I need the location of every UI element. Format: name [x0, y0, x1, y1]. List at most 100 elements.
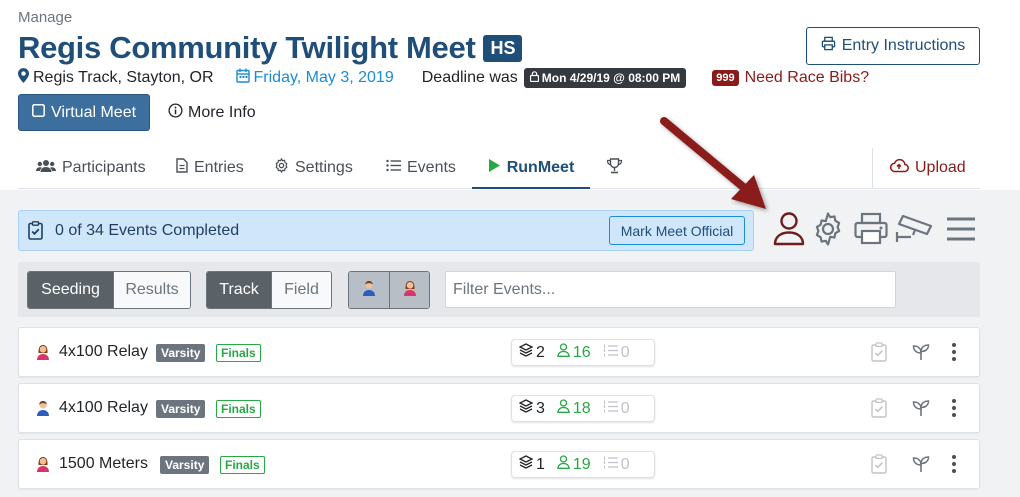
- meet-date[interactable]: Friday, May 3, 2019: [235, 68, 394, 88]
- results-count: 0: [603, 400, 630, 418]
- manage-tabs: Participants Entries Settings Events Run…: [18, 148, 980, 189]
- mark-meet-official-button[interactable]: Mark Meet Official: [609, 216, 745, 245]
- tab-awards[interactable]: [602, 148, 627, 188]
- layers-icon: [518, 343, 534, 362]
- deadline-value: Mon 4/29/19 @ 08:00 PM: [541, 71, 681, 85]
- female-toggle[interactable]: [389, 272, 429, 308]
- round-badge: Finals: [220, 456, 265, 474]
- more-options-icon[interactable]: [951, 342, 957, 367]
- tab-runmeet[interactable]: RunMeet: [472, 148, 590, 189]
- event-filter-bar: Seeding Results Track Field: [18, 262, 980, 317]
- track-toggle[interactable]: Track: [207, 272, 271, 308]
- more-options-icon[interactable]: [951, 398, 957, 423]
- round-badge: Finals: [216, 400, 261, 418]
- level-badge: Varsity: [160, 456, 210, 474]
- tab-upload[interactable]: Upload: [872, 148, 980, 188]
- virtual-meet-label: Virtual Meet: [50, 103, 137, 121]
- clipboard-check-icon[interactable]: [871, 342, 887, 367]
- info-icon: [168, 103, 183, 123]
- entries-count: 16: [557, 343, 591, 362]
- clipboard-check-icon[interactable]: [871, 454, 887, 479]
- event-row[interactable]: 1500 Meters Varsity Finals 1 19 0: [18, 439, 980, 489]
- more-info-link[interactable]: More Info: [168, 103, 256, 123]
- person-icon: [557, 343, 570, 362]
- heats-count: 3: [518, 399, 545, 418]
- deadline-label: Deadline was: [421, 69, 518, 86]
- person-icon: [557, 399, 570, 418]
- list-ol-icon: [603, 344, 618, 362]
- tab-participants[interactable]: Participants: [32, 148, 150, 188]
- square-icon: [32, 103, 45, 122]
- results-count: 0: [603, 344, 630, 362]
- gender-toggle: [348, 271, 430, 309]
- location[interactable]: Regis Track, Stayton, OR: [18, 68, 214, 88]
- event-row[interactable]: 4x100 Relay Varsity Finals 2 16 0: [18, 327, 980, 377]
- users-icon: [36, 159, 56, 178]
- male-icon: [36, 400, 50, 421]
- tab-events-label: Events: [407, 159, 456, 176]
- lock-icon: [529, 71, 539, 85]
- tab-settings[interactable]: Settings: [270, 148, 357, 188]
- meet-date-text: Friday, May 3, 2019: [253, 69, 394, 86]
- seeding-toggle[interactable]: Seeding: [28, 272, 113, 308]
- bib-badge: 999: [712, 70, 739, 86]
- tab-upload-label: Upload: [915, 159, 966, 176]
- results-value: 0: [620, 343, 630, 361]
- event-stats: 3 18 0: [511, 395, 655, 422]
- event-row[interactable]: 4x100 Relay Varsity Finals 3 18 0: [18, 383, 980, 433]
- heats-value: 2: [536, 343, 545, 361]
- round-badge: Finals: [216, 344, 261, 362]
- hamburger-menu-icon[interactable]: [945, 210, 977, 251]
- list-ol-icon: [603, 400, 618, 418]
- female-icon: [36, 344, 50, 365]
- gear-icon: [274, 157, 289, 178]
- event-stats: 1 19 0: [511, 451, 655, 478]
- entry-instructions-label: Entry Instructions: [841, 37, 966, 54]
- events-completed-text: 0 of 34 Events Completed: [55, 222, 240, 239]
- field-toggle[interactable]: Field: [271, 272, 331, 308]
- entry-instructions-button[interactable]: Entry Instructions: [806, 27, 980, 65]
- gear-icon[interactable]: [811, 210, 845, 251]
- female-icon: [403, 280, 417, 301]
- tab-settings-label: Settings: [295, 159, 353, 176]
- male-toggle[interactable]: [349, 272, 389, 308]
- printer-icon[interactable]: [853, 210, 889, 251]
- document-icon: [176, 158, 188, 178]
- tab-entries[interactable]: Entries: [172, 148, 248, 188]
- play-icon: [488, 158, 501, 178]
- deadline-badge: Mon 4/29/19 @ 08:00 PM: [523, 68, 687, 88]
- heats-count: 2: [518, 343, 545, 362]
- race-bibs-link[interactable]: Need Race Bibs?: [745, 69, 870, 87]
- results-toggle[interactable]: Results: [113, 272, 190, 308]
- seedling-icon[interactable]: [912, 399, 930, 422]
- location-text: Regis Track, Stayton, OR: [33, 69, 214, 86]
- virtual-meet-button[interactable]: Virtual Meet: [18, 94, 150, 131]
- trophy-icon: [606, 157, 623, 179]
- results-value: 0: [620, 455, 630, 473]
- meet-title: Regis Community Twilight Meet: [18, 30, 476, 65]
- user-icon[interactable]: [772, 210, 806, 251]
- tab-events[interactable]: Events: [382, 148, 460, 188]
- layers-icon: [518, 399, 534, 418]
- tab-participants-label: Participants: [62, 159, 146, 176]
- event-name: 4x100 Relay: [59, 399, 148, 416]
- map-marker-icon: [18, 68, 29, 88]
- female-icon: [36, 456, 50, 477]
- male-icon: [362, 280, 376, 301]
- seeding-results-toggle: Seeding Results: [27, 271, 191, 309]
- event-name: 1500 Meters: [59, 455, 148, 472]
- person-icon: [557, 455, 570, 474]
- list-ol-icon: [603, 456, 618, 474]
- security-camera-icon[interactable]: [895, 210, 935, 251]
- clipboard-check-icon[interactable]: [871, 398, 887, 423]
- more-options-icon[interactable]: [951, 454, 957, 479]
- level-badge: Varsity: [156, 344, 206, 362]
- calendar-icon: [235, 68, 250, 88]
- seedling-icon[interactable]: [912, 455, 930, 478]
- heats-value: 1: [536, 455, 545, 473]
- filter-events-input[interactable]: [445, 271, 896, 308]
- level-badge: Varsity: [156, 400, 206, 418]
- seedling-icon[interactable]: [912, 343, 930, 366]
- entries-count: 18: [557, 399, 591, 418]
- event-stats: 2 16 0: [511, 339, 655, 366]
